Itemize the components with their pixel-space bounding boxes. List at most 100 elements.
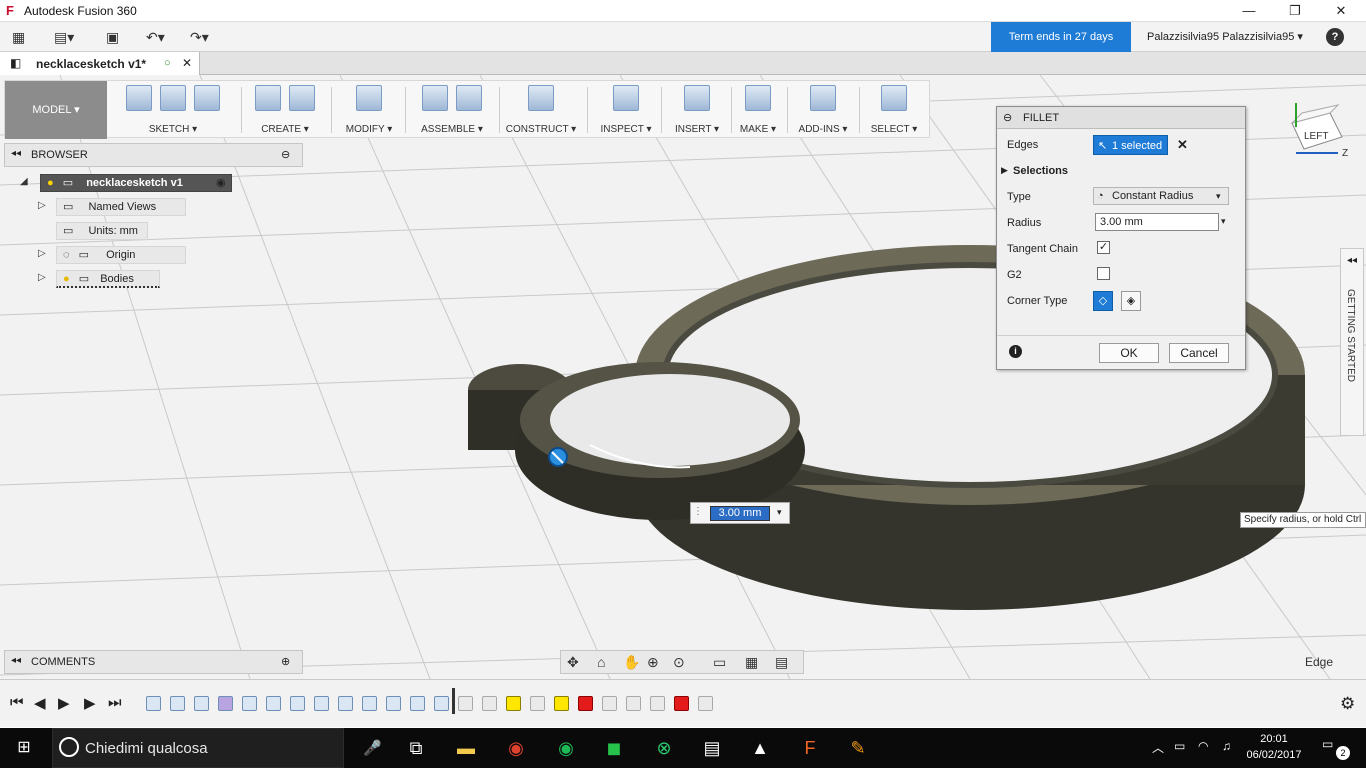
spline-icon[interactable] bbox=[160, 85, 186, 111]
make-menu[interactable]: MAKE ▾ bbox=[733, 124, 783, 135]
xbox-icon[interactable]: ⊗ bbox=[652, 736, 676, 760]
3d-print-icon[interactable] bbox=[745, 85, 771, 111]
photos-app-icon[interactable]: ▲ bbox=[748, 736, 772, 760]
timeline-feature-error[interactable] bbox=[674, 696, 689, 711]
paint-app-icon[interactable]: ✎ bbox=[846, 736, 870, 760]
make-group[interactable]: MAKE ▾ bbox=[733, 85, 783, 135]
grid-settings-icon[interactable]: ▦ bbox=[745, 654, 758, 671]
press-pull-icon[interactable] bbox=[356, 85, 382, 111]
getting-started-tab[interactable]: ◂◂ GETTING STARTED bbox=[1340, 248, 1364, 436]
collapse-triangle-icon[interactable]: ◢ bbox=[20, 176, 28, 187]
fusion-taskbar-icon[interactable]: F bbox=[798, 736, 822, 760]
minimize-button[interactable]: — bbox=[1226, 0, 1272, 22]
timeline-feature-suppressed[interactable] bbox=[650, 696, 665, 711]
setback-corner-icon[interactable]: ◈ bbox=[1121, 291, 1141, 311]
info-icon[interactable]: i bbox=[1009, 345, 1022, 358]
root-component[interactable]: ● ▭ necklacesketch v1 bbox=[40, 174, 232, 192]
insert-menu[interactable]: INSERT ▾ bbox=[667, 124, 727, 135]
assemble-group[interactable]: ASSEMBLE ▾ bbox=[409, 85, 495, 135]
g2-checkbox[interactable] bbox=[1097, 267, 1110, 280]
select-menu[interactable]: SELECT ▾ bbox=[863, 124, 925, 135]
modify-menu[interactable]: MODIFY ▾ bbox=[337, 124, 401, 135]
select-group[interactable]: SELECT ▾ bbox=[863, 85, 925, 135]
expand-selections-icon[interactable]: ▶ bbox=[1001, 165, 1008, 176]
close-button[interactable]: ✕ bbox=[1318, 0, 1364, 22]
user-menu[interactable]: Palazzisilvia95 Palazzisilvia95 ▾ bbox=[1147, 30, 1303, 43]
offset-plane-icon[interactable] bbox=[528, 85, 554, 111]
expand-triangle-icon[interactable]: ▷ bbox=[38, 248, 46, 259]
undo-icon[interactable]: ↶▾ bbox=[146, 28, 165, 46]
browser-panel-header[interactable]: ◂◂ BROWSER ⊖ bbox=[4, 143, 303, 167]
sketch-menu[interactable]: SKETCH ▾ bbox=[113, 124, 233, 135]
timeline-feature-suppressed[interactable] bbox=[482, 696, 497, 711]
go-to-end-icon[interactable]: ⏭ bbox=[108, 694, 122, 711]
visibility-bulb-icon[interactable]: ◌ bbox=[63, 249, 70, 261]
type-dropdown[interactable]: ◔ Constant Radius ▾ bbox=[1093, 187, 1229, 205]
timeline-feature-suppressed[interactable] bbox=[626, 696, 641, 711]
panel-minimize-icon[interactable]: ⊖ bbox=[281, 148, 290, 161]
timeline-feature-warning[interactable] bbox=[554, 696, 569, 711]
activate-radio-icon[interactable]: ◉ bbox=[216, 176, 226, 189]
timeline-feature[interactable] bbox=[194, 696, 209, 711]
modify-group[interactable]: MODIFY ▾ bbox=[337, 85, 401, 135]
volume-icon[interactable]: ♫ bbox=[1222, 739, 1231, 753]
sketch-group[interactable]: SKETCH ▾ bbox=[113, 85, 233, 135]
drag-handle-icon[interactable]: ⋮ bbox=[693, 506, 703, 517]
expand-panel-icon[interactable]: ◂◂ bbox=[1347, 255, 1357, 266]
pan-icon[interactable]: ✋ bbox=[623, 654, 640, 671]
insert-group[interactable]: INSERT ▾ bbox=[667, 85, 727, 135]
construct-group[interactable]: CONSTRUCT ▾ bbox=[503, 85, 579, 135]
inspect-group[interactable]: INSPECT ▾ bbox=[595, 85, 657, 135]
collapse-panel-icon[interactable]: ◂◂ bbox=[11, 655, 21, 666]
windows-start-icon[interactable]: ⊞ bbox=[12, 736, 36, 760]
chevron-down-icon[interactable]: ▾ bbox=[777, 507, 782, 518]
save-icon[interactable]: ▣ bbox=[106, 28, 119, 46]
document-tab[interactable]: ◧ necklacesketch v1* ○ ✕ bbox=[0, 52, 200, 75]
action-center-icon[interactable]: ▭ bbox=[1322, 737, 1333, 751]
timeline-feature-suppressed[interactable] bbox=[458, 696, 473, 711]
orbit-icon[interactable]: ✥ bbox=[567, 654, 579, 671]
display-settings-icon[interactable]: ▭ bbox=[713, 654, 726, 671]
zoom-icon[interactable]: ⊕ bbox=[647, 654, 659, 671]
timeline-feature-warning[interactable] bbox=[506, 696, 521, 711]
construct-menu[interactable]: CONSTRUCT ▾ bbox=[503, 124, 579, 135]
timeline-feature[interactable] bbox=[290, 696, 305, 711]
bodies-row[interactable]: ● ▭ Bodies bbox=[56, 270, 160, 288]
new-component-icon[interactable] bbox=[422, 85, 448, 111]
go-to-start-icon[interactable]: ⏮ bbox=[10, 694, 24, 711]
notes-app-icon[interactable]: ▤ bbox=[700, 736, 724, 760]
radius-manipulator-value[interactable]: 3.00 mm bbox=[710, 506, 770, 521]
timeline-feature[interactable] bbox=[266, 696, 281, 711]
addins-menu[interactable]: ADD-INS ▾ bbox=[791, 124, 855, 135]
microphone-icon[interactable]: 🎤 bbox=[363, 739, 382, 757]
look-at-icon[interactable]: ⌂ bbox=[597, 654, 605, 670]
create-menu[interactable]: CREATE ▾ bbox=[247, 124, 323, 135]
assemble-menu[interactable]: ASSEMBLE ▾ bbox=[409, 124, 495, 135]
chat-app-icon[interactable]: ◼ bbox=[602, 736, 626, 760]
task-view-icon[interactable]: ⧉ bbox=[404, 736, 428, 760]
battery-icon[interactable]: ▭ bbox=[1174, 739, 1185, 753]
named-views-row[interactable]: ▭ Named Views bbox=[56, 198, 186, 216]
step-back-icon[interactable]: ◀ bbox=[34, 694, 46, 712]
dialog-collapse-icon[interactable]: ⊖ bbox=[1003, 111, 1012, 124]
select-icon[interactable] bbox=[881, 85, 907, 111]
viewcube[interactable]: LEFT Z bbox=[1280, 97, 1360, 167]
timeline-feature[interactable] bbox=[146, 696, 161, 711]
redo-icon[interactable]: ↷▾ bbox=[190, 28, 209, 46]
comments-panel-header[interactable]: ◂◂ COMMENTS ⊕ bbox=[4, 650, 303, 674]
radius-dropdown-icon[interactable]: ▾ bbox=[1221, 216, 1226, 227]
create-group[interactable]: CREATE ▾ bbox=[247, 85, 323, 135]
step-forward-icon[interactable]: ▶ bbox=[84, 694, 96, 712]
rolling-ball-corner-icon[interactable]: ◇ bbox=[1093, 291, 1113, 311]
edge-pick-arrow-icon[interactable] bbox=[548, 447, 568, 467]
wifi-icon[interactable]: ◠ bbox=[1198, 739, 1208, 753]
expand-triangle-icon[interactable]: ▷ bbox=[38, 272, 46, 283]
term-banner[interactable]: Term ends in 27 days bbox=[991, 22, 1131, 52]
workspace-switcher[interactable]: MODEL ▾ bbox=[5, 81, 107, 139]
timeline-feature[interactable] bbox=[170, 696, 185, 711]
addins-group[interactable]: ADD-INS ▾ bbox=[791, 85, 855, 135]
ok-button[interactable]: OK bbox=[1099, 343, 1159, 363]
origin-row[interactable]: ◌ ▭ Origin bbox=[56, 246, 186, 264]
rectangle-icon[interactable] bbox=[194, 85, 220, 111]
radius-input[interactable]: 3.00 mm bbox=[1095, 213, 1219, 231]
